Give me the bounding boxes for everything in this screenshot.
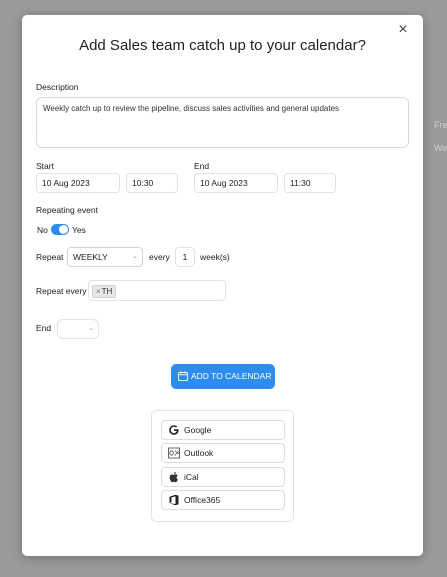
office365-icon: [169, 494, 179, 506]
repeat-interval-input[interactable]: 1: [175, 247, 195, 267]
outlook-icon: [168, 447, 180, 459]
day-tag-th[interactable]: ×TH: [92, 285, 117, 298]
chevron-down-icon: ⌄: [132, 253, 138, 260]
end-rule-label: End: [36, 323, 52, 333]
repeat-label: Repeat: [36, 252, 64, 262]
outlook-label: Outlook: [184, 448, 214, 458]
repeating-event-label: Repeating event: [36, 205, 98, 215]
google-label: Google: [184, 425, 212, 435]
start-label: Start: [36, 161, 54, 171]
ical-label: iCal: [184, 472, 199, 482]
description-label: Description: [36, 82, 79, 92]
end-time-input[interactable]: 11:30: [284, 173, 336, 193]
add-to-calendar-dialog: × Add Sales team catch up to your calend…: [22, 15, 423, 556]
repeat-frequency-select[interactable]: WEEKLY ⌄: [67, 247, 143, 267]
end-label: End: [194, 161, 210, 171]
office365-label: Office365: [184, 495, 221, 505]
start-date-input[interactable]: 10 Aug 2023: [36, 173, 120, 193]
calendar-providers-panel: Google Outlook iCal Office365: [151, 410, 294, 522]
repeating-event-toggle[interactable]: [51, 224, 69, 235]
end-date-input[interactable]: 10 Aug 2023: [194, 173, 278, 193]
every-label: every: [149, 252, 170, 262]
repeat-every-label: Repeat every: [36, 286, 87, 296]
calendar-icon: [178, 371, 188, 381]
outlook-calendar-button[interactable]: Outlook: [161, 443, 285, 463]
interval-unit-label: week(s): [200, 252, 230, 262]
end-rule-select[interactable]: ⌄: [57, 319, 99, 339]
apple-icon: [169, 472, 178, 483]
background-text-fre: Fre: [434, 120, 447, 130]
ical-button[interactable]: iCal: [161, 467, 285, 487]
add-to-calendar-button[interactable]: ADD TO CALENDAR: [171, 364, 275, 389]
google-icon: [169, 425, 179, 435]
chevron-down-icon: ⌄: [88, 325, 94, 332]
background-text-we: We: [434, 143, 447, 153]
day-tag-label: TH: [101, 287, 113, 296]
tag-remove-icon[interactable]: ×: [96, 287, 101, 296]
repeat-frequency-value: WEEKLY: [73, 252, 108, 262]
toggle-knob: [59, 225, 68, 234]
office365-calendar-button[interactable]: Office365: [161, 490, 285, 510]
add-to-calendar-label: ADD TO CALENDAR: [191, 371, 272, 381]
close-button[interactable]: ×: [396, 22, 410, 38]
dialog-title: Add Sales team catch up to your calendar…: [79, 37, 366, 54]
google-calendar-button[interactable]: Google: [161, 420, 285, 440]
description-field[interactable]: Weekly catch up to review the pipeline, …: [36, 97, 409, 148]
start-time-input[interactable]: 10:30: [126, 173, 178, 193]
toggle-yes-label: Yes: [72, 225, 86, 235]
toggle-no-label: No: [37, 225, 48, 235]
